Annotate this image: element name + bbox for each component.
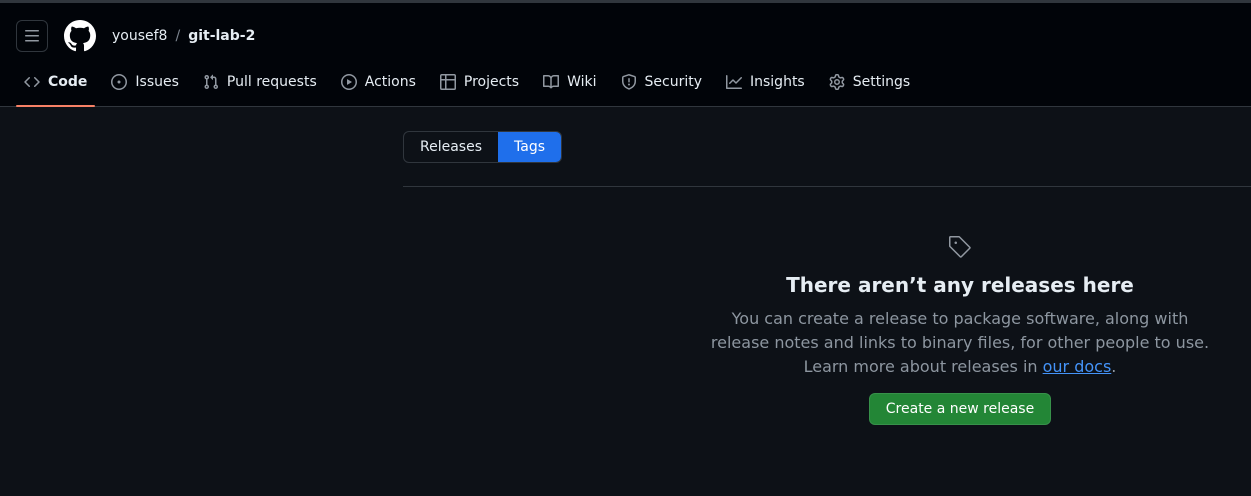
empty-state: There aren’t any releases here You can c… [700, 235, 1220, 425]
tab-wiki[interactable]: Wiki [535, 66, 604, 98]
tab-actions[interactable]: Actions [333, 66, 424, 98]
create-release-button[interactable]: Create a new release [868, 393, 1052, 425]
breadcrumb-repo-link[interactable]: git-lab-2 [188, 28, 255, 44]
tab-projects[interactable]: Projects [432, 66, 527, 98]
gear-icon [829, 74, 845, 90]
empty-state-title: There aren’t any releases here [786, 273, 1134, 297]
tag-icon [949, 236, 971, 258]
hamburger-menu-button[interactable] [16, 20, 48, 52]
code-icon [24, 76, 40, 88]
empty-state-description: You can create a release to package soft… [700, 307, 1220, 379]
table-icon [439, 74, 456, 90]
play-icon [340, 74, 357, 90]
github-logo-icon[interactable] [64, 20, 96, 52]
tab-issues[interactable]: Issues [103, 66, 187, 98]
issue-icon [111, 74, 128, 90]
header-row: yousef8 / git-lab-2 [16, 20, 255, 52]
tab-code[interactable]: Code [16, 66, 96, 107]
section-divider [403, 186, 1251, 187]
book-icon [543, 74, 560, 89]
tab-label: Insights [750, 74, 805, 90]
tab-label: Projects [463, 74, 520, 90]
shield-icon [621, 74, 636, 90]
tab-label: Wiki [567, 74, 597, 90]
tab-pull-requests[interactable]: Pull requests [195, 66, 325, 98]
tab-settings[interactable]: Settings [821, 66, 918, 98]
pull-request-icon [204, 74, 218, 90]
subnav-tags[interactable]: Tags [498, 132, 561, 162]
releases-tags-subnav: Releases Tags [403, 131, 562, 163]
empty-state-text: You can create a release to package soft… [710, 309, 1210, 376]
tab-label: Code [48, 74, 88, 90]
tab-label: Pull requests [226, 74, 317, 90]
repo-header: yousef8 / git-lab-2 Code Issues Pull req… [0, 3, 1251, 107]
tab-label: Issues [135, 74, 179, 90]
subnav-releases[interactable]: Releases [404, 132, 498, 162]
breadcrumb-owner-link[interactable]: yousef8 [112, 28, 167, 44]
tab-label: Security [644, 74, 703, 90]
graph-icon [726, 75, 742, 89]
tab-label: Settings [852, 74, 911, 90]
empty-state-text-end: . [1111, 357, 1117, 376]
tab-insights[interactable]: Insights [718, 66, 813, 98]
tab-label: Actions [364, 74, 416, 90]
hamburger-icon [25, 30, 39, 42]
docs-link[interactable]: our docs [1043, 357, 1112, 376]
breadcrumb-separator: / [175, 28, 181, 44]
tab-security[interactable]: Security [613, 66, 711, 98]
repo-tabs: Code Issues Pull requests Actions Projec… [16, 66, 926, 107]
breadcrumb: yousef8 / git-lab-2 [112, 28, 255, 44]
